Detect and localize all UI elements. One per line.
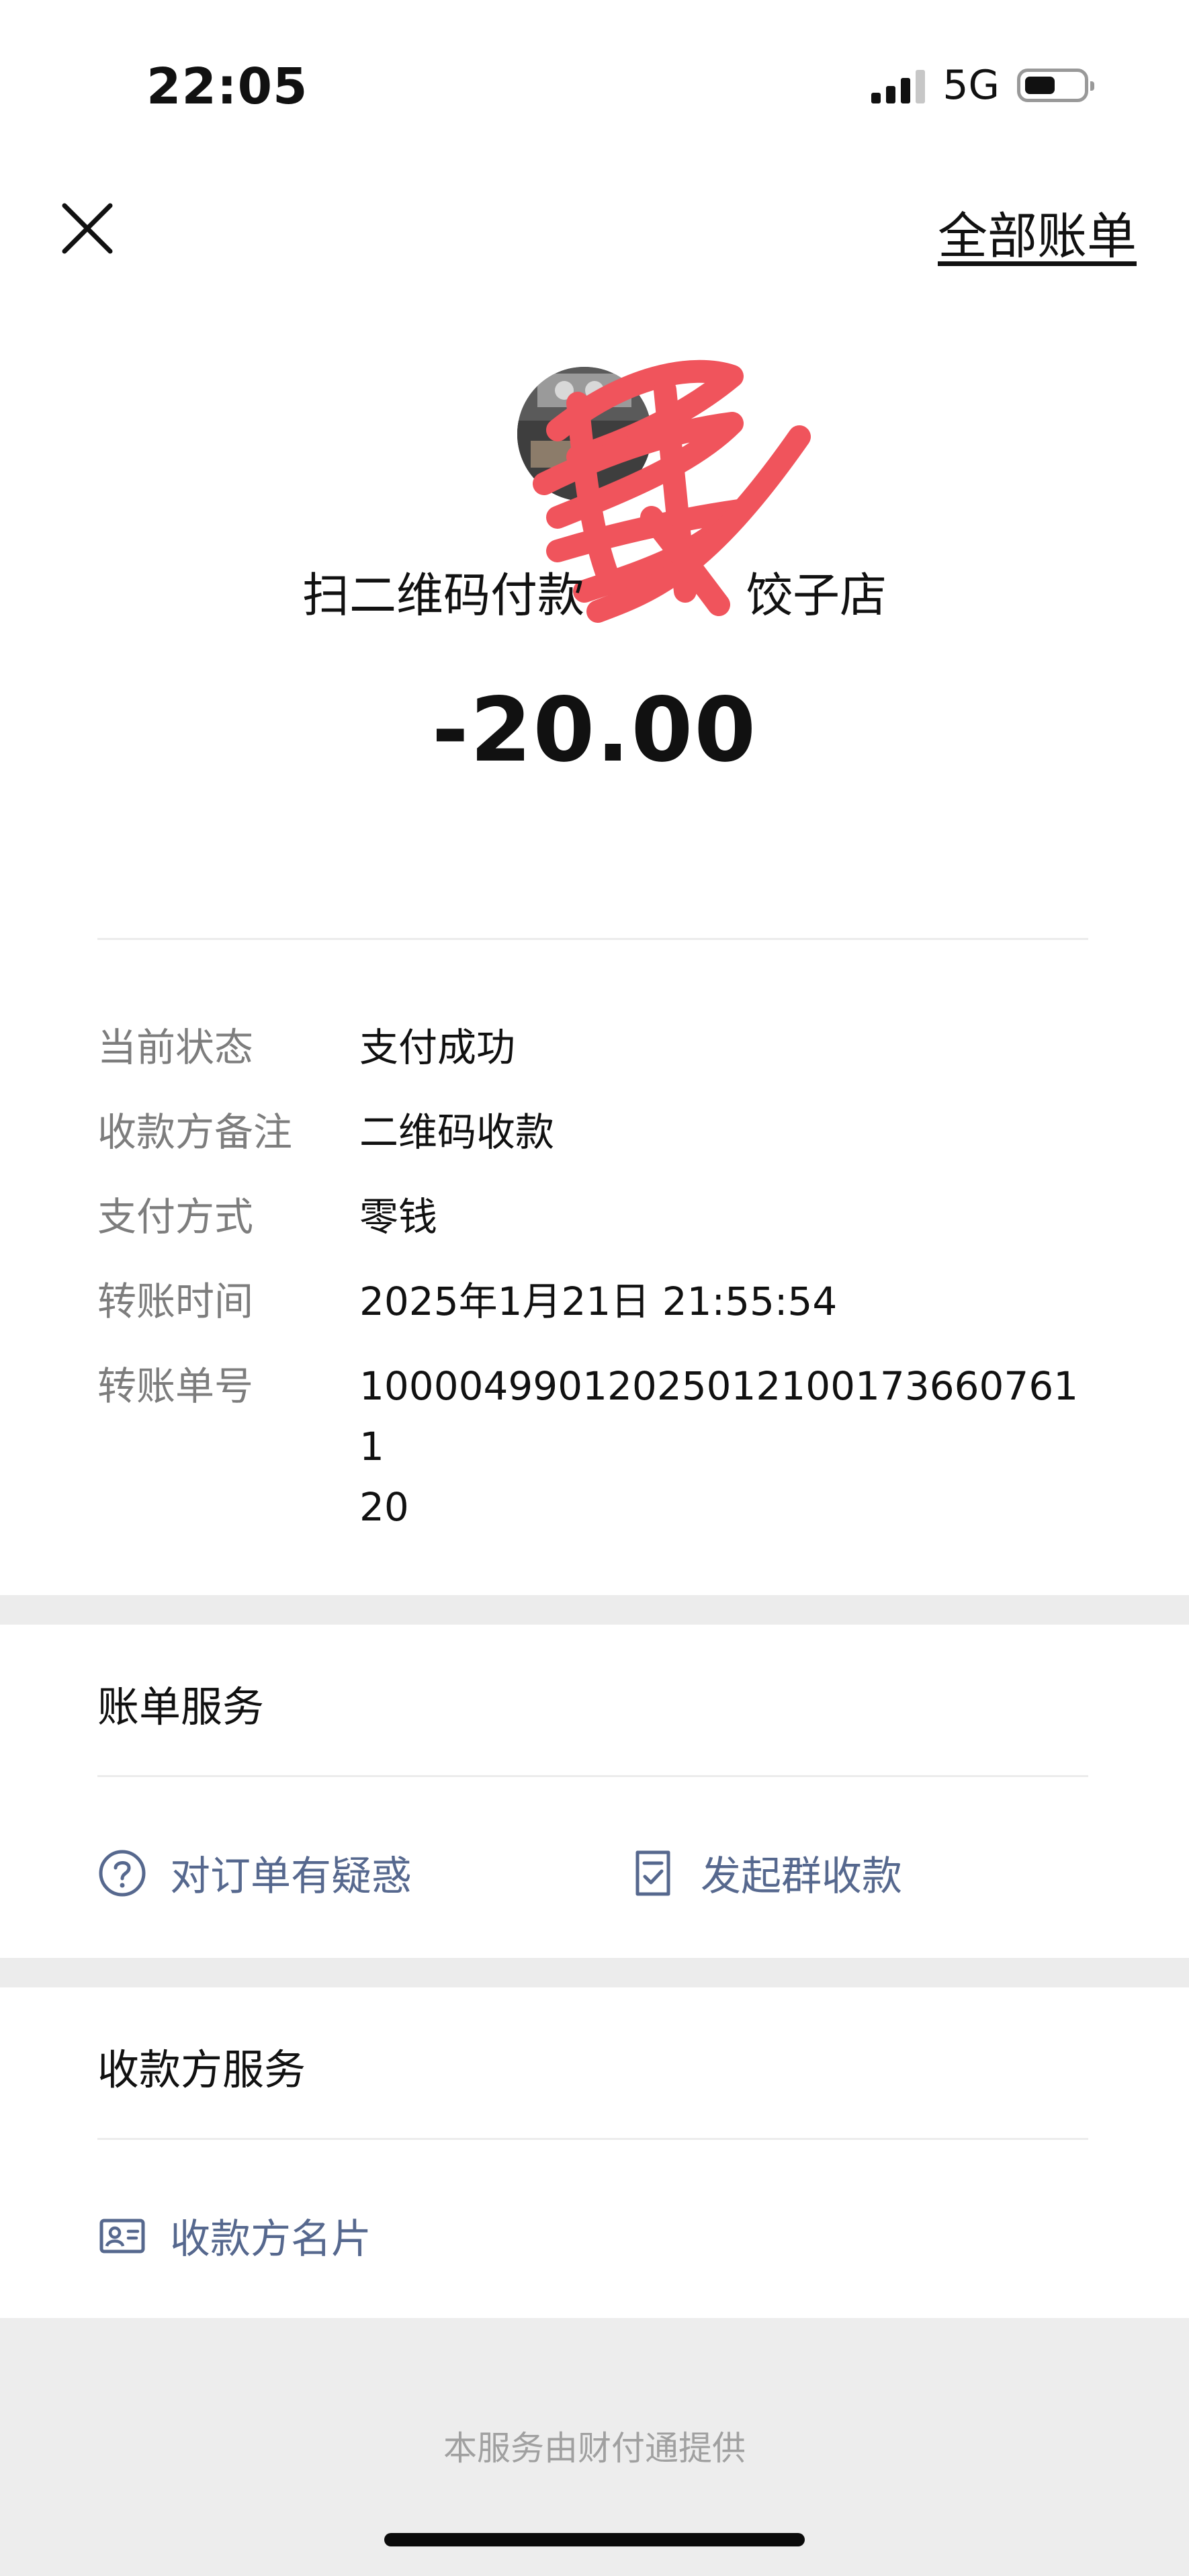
all-bills-link[interactable]: 全部账单: [938, 196, 1137, 268]
merchant-name: 扫二维码付款 饺子店: [302, 568, 887, 623]
payment-amount: -20.00: [431, 679, 758, 782]
provided-by-text: 本服务由财付通提供: [443, 2429, 746, 2468]
status-time: 22:05: [146, 58, 308, 116]
payee-service-title: 收款方服务: [97, 2045, 306, 2094]
merchant-avatar: [517, 367, 652, 501]
detail-label: 转账时间: [97, 1279, 254, 1324]
group-collect-label: 发起群收款: [701, 1853, 902, 1900]
order-question-button[interactable]: 对订单有疑惑: [97, 1844, 412, 1902]
status-indicators: 5G: [871, 62, 1094, 109]
section-separator: [0, 1595, 1189, 1625]
contact-card-icon: [99, 2219, 145, 2253]
help-circle-icon: [99, 1850, 146, 1896]
receipt-check-icon: [635, 1850, 670, 1895]
detail-label: 支付方式: [97, 1194, 254, 1240]
detail-value: 100004990120250121001736607611 20: [359, 1363, 1079, 1530]
bill-service-title: 账单服务: [97, 1682, 265, 1731]
detail-label: 转账单号: [97, 1363, 254, 1409]
section-separator: [0, 1958, 1189, 1987]
detail-value: 2025年1月21日 21:55:54: [359, 1279, 838, 1324]
detail-value: 二维码收款: [359, 1109, 555, 1155]
divider: [97, 938, 1088, 940]
divider: [97, 2138, 1088, 2140]
detail-row-payment-method: 支付方式 零钱: [97, 1187, 1088, 1247]
signal-icon: [871, 67, 926, 103]
group-collect-button[interactable]: 发起群收款: [628, 1844, 902, 1902]
detail-row-transfer-time: 转账时间 2025年1月21日 21:55:54: [97, 1271, 1088, 1332]
detail-value: 支付成功: [359, 1025, 516, 1070]
detail-row-status: 当前状态 支付成功: [97, 1017, 1088, 1078]
detail-row-payee-note: 收款方备注 二维码收款: [97, 1102, 1088, 1162]
payee-card-button[interactable]: 收款方名片: [97, 2206, 371, 2265]
order-question-label: 对订单有疑惑: [170, 1853, 412, 1900]
close-icon[interactable]: [60, 202, 114, 255]
payee-card-label: 收款方名片: [170, 2216, 371, 2263]
divider: [97, 1775, 1088, 1777]
battery-icon: [1017, 69, 1094, 102]
home-indicator[interactable]: [384, 2533, 805, 2546]
detail-label: 收款方备注: [97, 1109, 293, 1155]
detail-row-transfer-number: 转账单号 100004990120250121001736607611 20: [97, 1356, 1088, 1537]
detail-value: 零钱: [359, 1194, 438, 1240]
network-type: 5G: [942, 62, 1000, 109]
detail-label: 当前状态: [97, 1025, 254, 1070]
